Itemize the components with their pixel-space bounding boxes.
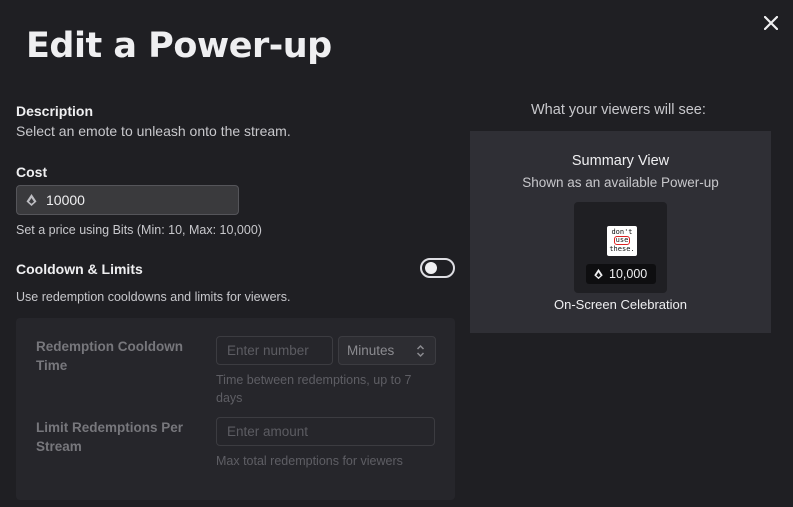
close-button[interactable] bbox=[760, 12, 782, 34]
power-up-name: On-Screen Celebration bbox=[554, 297, 687, 312]
cost-value: 10000 bbox=[46, 192, 85, 208]
price-badge: 10,000 bbox=[586, 264, 656, 284]
redemption-cooldown-label-line1: Redemption Cooldown bbox=[36, 339, 183, 354]
bits-icon bbox=[594, 268, 603, 280]
cooldown-limits-label: Cooldown & Limits bbox=[16, 261, 143, 277]
redemption-cooldown-label: Redemption Cooldown Time bbox=[36, 337, 183, 375]
emote-image: don't use these. bbox=[607, 226, 637, 256]
edit-power-up-dialog: Edit a Power-up Description Select an em… bbox=[0, 0, 793, 507]
toggle-knob bbox=[425, 262, 437, 274]
limit-help: Max total redemptions for viewers bbox=[216, 454, 403, 468]
cost-label: Cost bbox=[16, 164, 48, 180]
summary-view-title: Summary View bbox=[571, 153, 670, 169]
cooldown-help-line1: Time between redemptions, up to 7 bbox=[216, 373, 412, 387]
limit-per-stream-label: Limit Redemptions Per Stream bbox=[36, 418, 183, 456]
preview-card: Summary View Shown as an available Power… bbox=[470, 131, 771, 333]
cooldown-toggle[interactable] bbox=[420, 258, 455, 278]
redemption-cooldown-label-line2: Time bbox=[36, 358, 68, 373]
power-up-tile: don't use these. 10,000 bbox=[574, 202, 667, 293]
limit-amount-input[interactable]: Enter amount bbox=[216, 417, 435, 446]
preview-heading: What your viewers will see: bbox=[531, 102, 706, 118]
cooldown-unit-value: Minutes bbox=[347, 343, 395, 358]
emote-text-line3: these. bbox=[609, 245, 635, 253]
page-title: Edit a Power-up bbox=[26, 26, 332, 66]
summary-view-subtitle: Shown as an available Power-up bbox=[522, 175, 719, 190]
limit-per-stream-label-line2: Stream bbox=[36, 439, 82, 454]
description-label: Description bbox=[16, 103, 94, 119]
cooldown-unit-select[interactable]: Minutes bbox=[338, 336, 436, 365]
cooldown-number-input[interactable]: Enter number bbox=[216, 336, 333, 365]
close-icon[interactable] bbox=[764, 16, 778, 30]
price-amount: 10,000 bbox=[609, 267, 648, 281]
cooldown-help-line2: days bbox=[216, 391, 243, 405]
cost-help-text: Set a price using Bits (Min: 10, Max: 10… bbox=[16, 223, 262, 237]
cooldown-help-text: Use redemption cooldowns and limits for … bbox=[16, 290, 291, 304]
limits-panel: Redemption Cooldown Time Enter number Mi… bbox=[16, 318, 455, 500]
emote-text-line2: use bbox=[613, 236, 631, 245]
cooldown-help: Time between redemptions, up to 7 days bbox=[216, 371, 411, 407]
bits-icon bbox=[26, 194, 37, 206]
description-text: Select an emote to unleash onto the stre… bbox=[16, 123, 291, 139]
limit-amount-placeholder: Enter amount bbox=[227, 424, 309, 439]
cost-input[interactable]: 10000 bbox=[16, 185, 239, 215]
select-arrows-icon bbox=[416, 344, 425, 357]
limit-per-stream-label-line1: Limit Redemptions Per bbox=[36, 420, 184, 435]
emote-text-line1: don't bbox=[611, 228, 633, 236]
cooldown-number-placeholder: Enter number bbox=[227, 343, 309, 358]
